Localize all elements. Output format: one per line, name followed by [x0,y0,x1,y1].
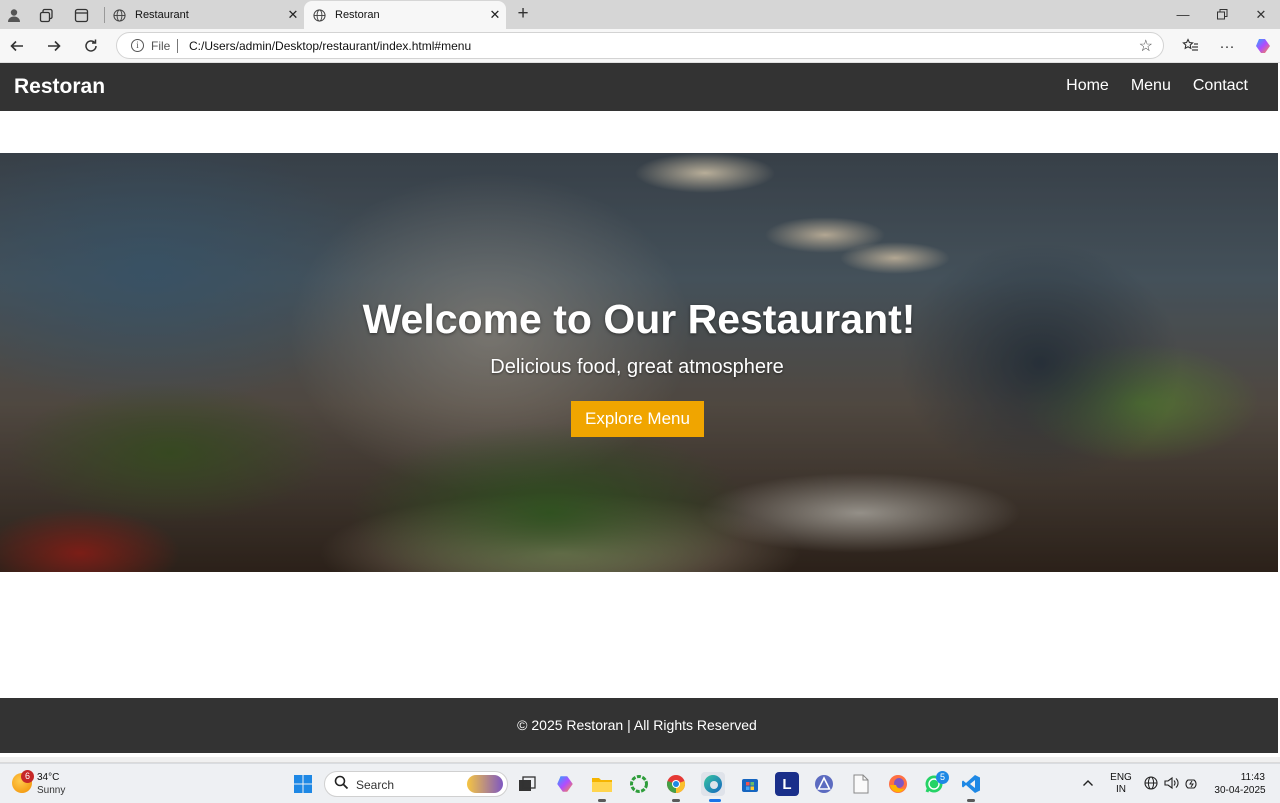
green-ring-icon[interactable] [627,772,651,796]
hero-title: Welcome to Our Restaurant! [362,296,916,342]
nav-link-contact[interactable]: Contact [1193,77,1248,95]
whatsapp-badge: 5 [936,771,949,784]
battery-icon[interactable] [1185,776,1200,793]
workspaces-icon[interactable] [35,4,57,26]
windows-start-icon[interactable] [291,772,315,796]
file-explorer-icon[interactable] [590,772,614,796]
nav-link-menu[interactable]: Menu [1131,77,1171,95]
address-bar[interactable]: i File C:/Users/admin/Desktop/restaurant… [116,32,1164,59]
restore-icon[interactable] [1203,0,1241,29]
vscode-icon[interactable] [959,772,983,796]
scheme-label: File [151,39,171,53]
web-page: Restoran Home Menu Contact Welcome to Ou… [0,63,1278,757]
taskbar: 6 34°C Sunny Search L 5 ENG IN 11:43 30-… [0,763,1280,803]
explore-menu-button[interactable]: Explore Menu [571,401,704,437]
chrome-icon[interactable] [664,772,688,796]
new-tab-button[interactable]: + [512,4,534,26]
globe-icon [110,8,128,22]
close-tab-icon[interactable]: ✕ [282,7,304,23]
volume-icon[interactable] [1164,776,1179,793]
more-icon[interactable]: ··· [1216,35,1238,57]
site-brand[interactable]: Restoran [14,75,105,99]
browser-tab-bar: Restaurant ✕ Restoran ✕ + — ✕ [0,0,1280,29]
chevron-up-icon[interactable] [1082,776,1094,791]
close-window-icon[interactable]: ✕ [1242,0,1280,29]
system-clock[interactable]: 11:43 30-04-2025 [1207,772,1273,796]
minimize-icon[interactable]: — [1164,0,1202,29]
tab-actions-icon[interactable] [70,4,92,26]
hero-subtitle: Delicious food, great atmosphere [490,356,784,378]
site-nav: Home Menu Contact [1066,77,1248,95]
document-icon[interactable] [849,772,873,796]
region-code: IN [1116,784,1126,795]
running-indicator [967,799,975,802]
browser-toolbar: i File C:/Users/admin/Desktop/restaurant… [0,29,1280,63]
back-arrow-icon[interactable] [6,35,28,57]
forward-arrow-icon[interactable] [43,35,65,57]
close-tab-icon[interactable]: ✕ [484,7,506,23]
search-icon [334,775,349,793]
clock-time: 11:43 [1240,772,1265,783]
profile-icon[interactable] [3,4,25,26]
refresh-icon[interactable] [80,35,102,57]
tab-restoran[interactable]: Restoran ✕ [304,1,506,29]
nav-link-home[interactable]: Home [1066,77,1109,95]
search-label: Search [356,778,395,792]
l-app-icon[interactable]: L [775,772,799,796]
hero-content: Welcome to Our Restaurant! Delicious foo… [0,153,1278,572]
store-icon[interactable] [738,772,762,796]
triangle-app-icon[interactable] [812,772,836,796]
site-info-icon[interactable]: i [131,39,144,52]
tab-restaurant[interactable]: Restaurant ✕ [104,1,304,29]
address-divider [177,39,178,53]
edge-icon[interactable] [701,772,725,796]
footer-copyright: © 2025 Restoran | All Rights Reserved [517,717,757,733]
task-view-icon[interactable] [515,772,539,796]
site-header: Restoran Home Menu Contact [0,63,1278,111]
weather-condition: Sunny [37,785,66,796]
copilot-app-icon[interactable] [553,772,577,796]
language-code: ENG [1110,772,1132,783]
favorites-icon[interactable] [1179,35,1201,57]
network-globe-icon[interactable] [1144,776,1158,793]
active-app-indicator [709,799,721,802]
hero-banner: Welcome to Our Restaurant! Delicious foo… [0,153,1278,572]
site-footer: © 2025 Restoran | All Rights Reserved [0,698,1278,753]
globe-icon [310,8,328,22]
running-indicator [672,799,680,802]
search-highlight-icon [467,775,503,793]
running-indicator [598,799,606,802]
firefox-icon[interactable] [886,772,910,796]
language-indicator[interactable]: ENG IN [1108,772,1134,795]
copilot-icon[interactable] [1252,35,1274,57]
weather-temperature: 34°C [37,772,60,783]
taskbar-search[interactable]: Search [324,771,508,797]
tab-title: Restaurant [135,9,189,21]
clock-date: 30-04-2025 [1214,785,1266,796]
weather-badge: 6 [21,770,34,783]
tab-title: Restoran [335,9,380,21]
star-icon[interactable]: ☆ [1139,36,1153,56]
url-text[interactable]: C:/Users/admin/Desktop/restaurant/index.… [189,39,471,53]
